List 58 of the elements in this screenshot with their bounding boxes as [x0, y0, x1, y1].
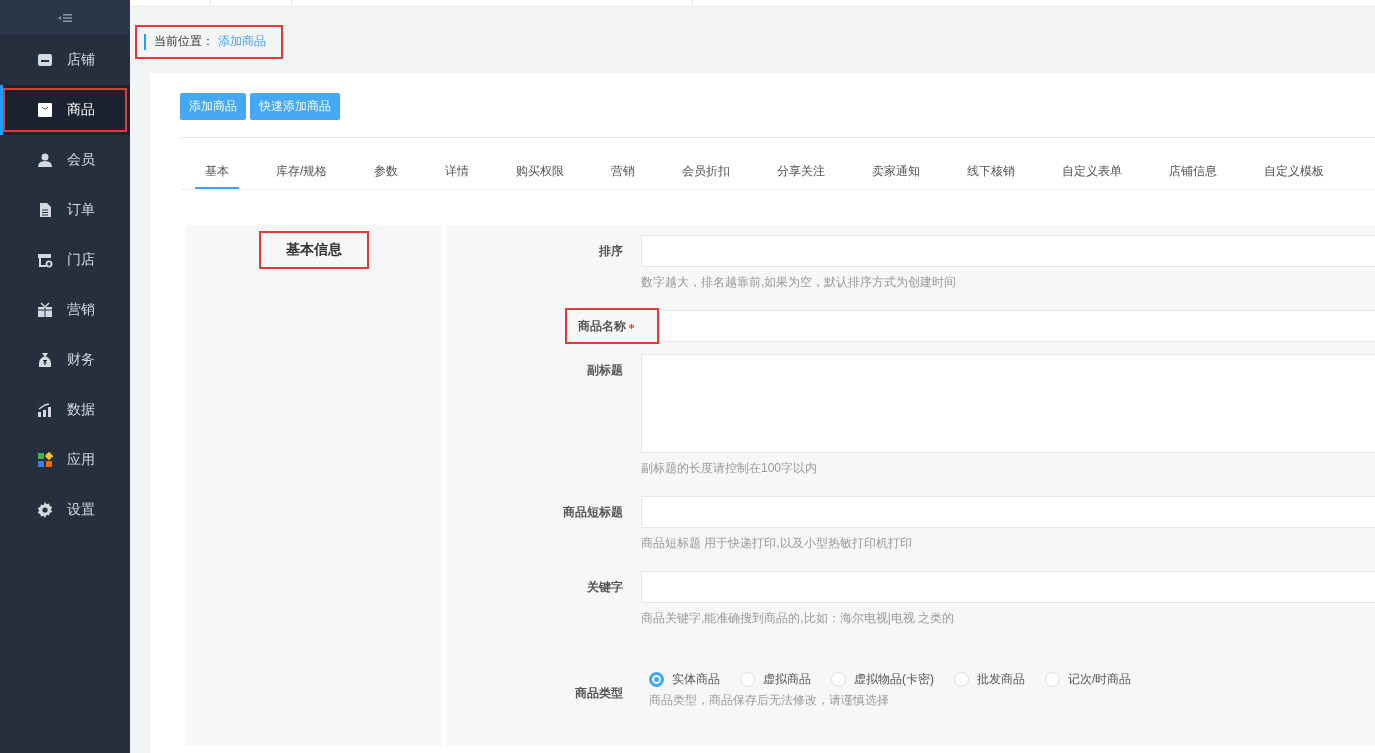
field-label: 商品名称 — [567, 310, 657, 342]
tab[interactable]: 自定义模板 — [1254, 159, 1335, 189]
radio-option[interactable]: 虚拟商品 — [740, 670, 811, 688]
tab[interactable]: 卖家通知 — [862, 159, 931, 189]
field-label: 排序 — [598, 243, 624, 260]
radio-option[interactable]: 虚拟物品(卡密) — [831, 670, 934, 688]
hint-text: 商品类型，商品保存后无法修改，请谨慎选择 — [649, 692, 890, 708]
bar-chart-icon — [37, 402, 53, 418]
sidebar-item[interactable]: 数据 — [0, 385, 130, 435]
hint-text: 商品关键字,能准确搜到商品的,比如：海尔电视|电视 之类的 — [641, 610, 956, 626]
sidebar-item[interactable]: 应用 — [0, 435, 130, 485]
hint-text: 商品短标题 用于快递打印,以及小型热敏打印机打印 — [641, 535, 913, 551]
settings-icon — [37, 502, 53, 518]
radio-option[interactable]: 批发商品 — [954, 670, 1025, 688]
sidebar-item[interactable]: 设置 — [0, 485, 130, 535]
sidebar-item[interactable]: 订单 — [0, 185, 130, 235]
bag-icon — [37, 102, 53, 118]
tab[interactable]: 详情 — [435, 159, 480, 189]
field-label: 副标题 — [586, 362, 624, 379]
tab[interactable]: 库存/规格 — [266, 159, 338, 189]
tab[interactable]: 购买权限 — [506, 159, 575, 189]
field-label: 商品类型 — [574, 685, 624, 702]
radio-option[interactable]: 实体商品 — [649, 670, 720, 688]
required-mark-icon — [629, 323, 634, 329]
field-label: 商品短标题 — [562, 504, 624, 521]
user-icon — [37, 152, 53, 168]
hint-text: 数字越大，排名越靠前,如果为空，默认排序方式为创建时间 — [641, 274, 958, 290]
sidebar-item[interactable]: 店铺 — [0, 35, 130, 85]
field-label: 关键字 — [586, 579, 624, 596]
store-icon — [37, 52, 53, 68]
sidebar-item[interactable]: 门店 — [0, 235, 130, 285]
breadcrumb-label: 当前位置： — [154, 33, 214, 50]
text-field[interactable] — [641, 496, 1375, 528]
tab[interactable]: 参数 — [364, 159, 409, 189]
gift-icon — [37, 302, 53, 318]
document-icon — [37, 202, 53, 218]
tab[interactable]: 分享关注 — [767, 159, 836, 189]
apps-icon — [37, 452, 53, 468]
collapse-menu-icon[interactable] — [58, 12, 72, 23]
sidebar-item[interactable]: 营销 — [0, 285, 130, 335]
text-field[interactable] — [641, 235, 1375, 267]
text-field[interactable] — [641, 571, 1375, 603]
sidebar-item[interactable]: 商品 — [0, 85, 130, 135]
hint-text: 副标题的长度请控制在100字以内 — [641, 460, 819, 476]
tab[interactable]: 基本 — [195, 159, 239, 189]
tab[interactable]: 线下核销 — [957, 159, 1026, 189]
tab[interactable]: 营销 — [601, 159, 646, 189]
sidebar-item[interactable]: 会员 — [0, 135, 130, 185]
sidebar-item[interactable]: 财务 — [0, 335, 130, 385]
tab[interactable]: 自定义表单 — [1052, 159, 1133, 189]
store-gear-icon — [37, 252, 53, 268]
radio-option[interactable]: 记次/时商品 — [1045, 670, 1132, 688]
tab[interactable]: 会员折扣 — [672, 159, 741, 189]
tab[interactable]: 店铺信息 — [1159, 159, 1228, 189]
money-bag-icon — [37, 352, 53, 368]
section-title: 基本信息 — [258, 231, 369, 269]
text-area[interactable] — [641, 354, 1375, 453]
text-field[interactable] — [659, 310, 1375, 342]
